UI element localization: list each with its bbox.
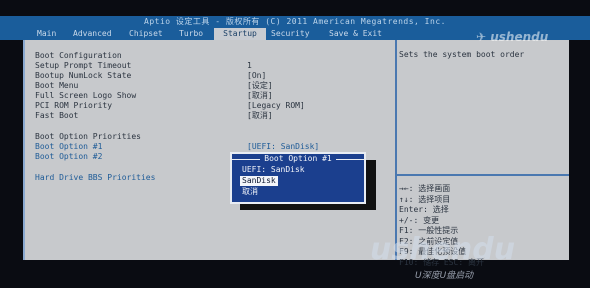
watermark-brand: ushendu bbox=[370, 232, 516, 267]
bootup-numlock-value[interactable]: [On] bbox=[247, 71, 266, 81]
tab-chipset[interactable]: Chipset bbox=[129, 28, 163, 40]
setup-prompt-timeout-label[interactable]: Setup Prompt Timeout bbox=[35, 61, 131, 71]
boot-option-1-value[interactable]: [UEFI: SanDisk] bbox=[247, 142, 319, 152]
tab-save-exit[interactable]: Save & Exit bbox=[329, 28, 382, 40]
tab-security[interactable]: Security bbox=[271, 28, 310, 40]
setup-prompt-timeout-value[interactable]: 1 bbox=[247, 61, 252, 71]
title-bar: Aptio 设定工具 - 版权所有 (C) 2011 American Mega… bbox=[0, 16, 590, 28]
boot-menu-value[interactable]: [设定] bbox=[247, 81, 273, 91]
tab-turbo[interactable]: Turbo bbox=[179, 28, 203, 40]
watermark-logo-top: ✈ ushendu bbox=[476, 30, 549, 44]
hard-drive-bbs-priorities[interactable]: Hard Drive BBS Priorities bbox=[35, 173, 155, 183]
boot-menu-label[interactable]: Boot Menu bbox=[35, 81, 78, 91]
full-screen-logo-label[interactable]: Full Screen Logo Show bbox=[35, 91, 136, 101]
popup-option-cancel[interactable]: 取消 bbox=[240, 187, 260, 197]
popup-title-text: Boot Option #1 bbox=[260, 154, 336, 163]
help-divider bbox=[397, 174, 569, 176]
pci-rom-priority-value[interactable]: [Legacy ROM] bbox=[247, 101, 305, 111]
tab-startup[interactable]: Startup bbox=[214, 28, 266, 40]
popup-option-sandisk[interactable]: SanDisk bbox=[240, 176, 278, 186]
boot-option-1-label[interactable]: Boot Option #1 bbox=[35, 142, 102, 152]
key-enter: Enter: 选择 bbox=[399, 205, 449, 214]
watermark-sub: U深度U盘启动 bbox=[415, 271, 474, 281]
settings-panel: Boot Configuration Setup Prompt Timeout … bbox=[23, 40, 569, 267]
vertical-divider bbox=[395, 40, 397, 260]
bios-screen: Aptio 设定工具 - 版权所有 (C) 2011 American Mega… bbox=[0, 0, 590, 288]
title-text: Aptio 设定工具 - 版权所有 (C) 2011 American Mega… bbox=[144, 17, 446, 26]
popup-title: Boot Option #1 bbox=[232, 154, 364, 164]
boot-option-popup: Boot Option #1 UEFI: SanDisk SanDisk 取消 bbox=[230, 152, 366, 204]
boot-option-2-label[interactable]: Boot Option #2 bbox=[35, 152, 102, 162]
fast-boot-value[interactable]: [取消] bbox=[247, 111, 273, 121]
section-boot-option-priorities: Boot Option Priorities bbox=[35, 132, 141, 141]
fast-boot-label[interactable]: Fast Boot bbox=[35, 111, 78, 121]
popup-option-uefi-sandisk[interactable]: UEFI: SanDisk bbox=[240, 165, 307, 175]
tab-main[interactable]: Main bbox=[37, 28, 56, 40]
bootup-numlock-label[interactable]: Bootup NumLock State bbox=[35, 71, 131, 81]
key-select-item: ↑↓: 选择项目 bbox=[399, 194, 451, 204]
section-boot-configuration: Boot Configuration bbox=[35, 51, 122, 60]
key-change: +/-: 变更 bbox=[399, 215, 440, 225]
pci-rom-priority-label[interactable]: PCI ROM Priority bbox=[35, 101, 112, 111]
key-select-screen: →←: 选择画面 bbox=[399, 184, 451, 193]
full-screen-logo-value[interactable]: [取消] bbox=[247, 91, 273, 101]
help-text: Sets the system boot order bbox=[399, 50, 525, 59]
tab-advanced[interactable]: Advanced bbox=[73, 28, 112, 40]
